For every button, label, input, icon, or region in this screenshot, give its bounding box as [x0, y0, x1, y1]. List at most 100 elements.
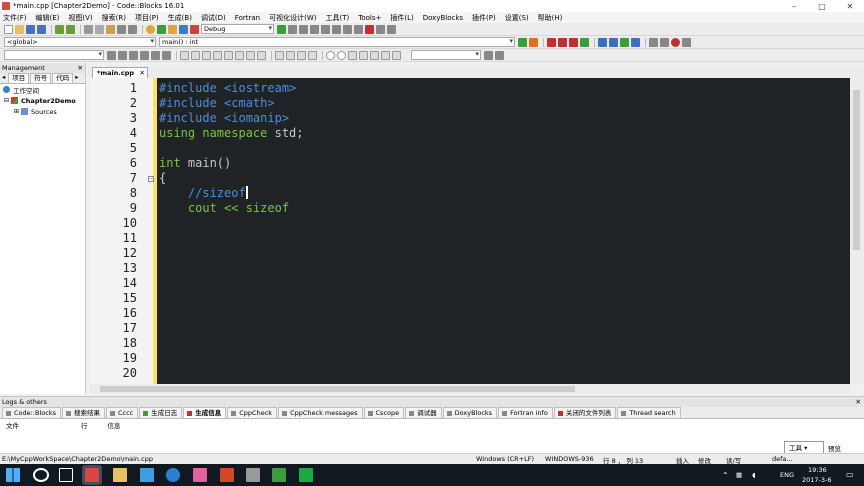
- wx-tree-icon[interactable]: [308, 50, 317, 60]
- debug-continue-icon[interactable]: [277, 24, 286, 34]
- regex-icon[interactable]: [140, 50, 149, 60]
- column-line[interactable]: 行: [81, 420, 88, 430]
- step-instruction-icon[interactable]: [343, 24, 352, 34]
- replace-icon[interactable]: [128, 24, 137, 34]
- wx-button-icon[interactable]: [224, 50, 233, 60]
- run-to-cursor-icon[interactable]: [288, 24, 297, 34]
- menu-project[interactable]: 项目(P): [135, 13, 159, 23]
- stop-debugger-icon[interactable]: [365, 24, 374, 34]
- log-tab-cppcheck[interactable]: CppCheck: [227, 407, 278, 418]
- paste-icon[interactable]: [106, 24, 115, 34]
- menu-view[interactable]: 视图(V): [68, 13, 92, 23]
- tab-scroll-right-icon[interactable]: ▸: [74, 73, 79, 83]
- doxy-html-icon[interactable]: [631, 37, 640, 47]
- wx-preview-icon[interactable]: [348, 50, 357, 60]
- chat-app-icon[interactable]: [299, 468, 313, 482]
- workspace-node[interactable]: 工作空间: [0, 84, 85, 95]
- tab-symbols[interactable]: 符号: [30, 73, 52, 83]
- media-app-icon[interactable]: [193, 468, 207, 482]
- log-tab-cppcheck-messages[interactable]: CppCheck messages: [278, 407, 363, 418]
- tray-chevron-icon[interactable]: ⌃: [722, 471, 729, 480]
- doxy-line-icon[interactable]: [609, 37, 618, 47]
- start-windows-icon[interactable]: [6, 468, 20, 482]
- green-app-icon[interactable]: [272, 468, 286, 482]
- highlight-icon[interactable]: [580, 37, 589, 47]
- clock-time[interactable]: 19:36: [808, 466, 827, 474]
- redo-icon[interactable]: [66, 24, 75, 34]
- log-tab-cscope[interactable]: Cscope: [363, 407, 405, 418]
- build-and-run-icon[interactable]: [168, 24, 177, 34]
- log-tab-build-messages[interactable]: 生成信息: [183, 407, 227, 418]
- thread-search-input[interactable]: [411, 50, 481, 60]
- next-bookmark-icon[interactable]: [569, 37, 578, 47]
- prev-bookmark-icon[interactable]: [558, 37, 567, 47]
- step-out-icon[interactable]: [321, 24, 330, 34]
- search-circle-icon[interactable]: [33, 468, 49, 482]
- sources-folder-node[interactable]: ⊞ Sources: [0, 106, 85, 117]
- cut-icon[interactable]: [84, 24, 93, 34]
- fold-margin[interactable]: [145, 78, 153, 384]
- wx-tab-icon[interactable]: [392, 50, 401, 60]
- copy-icon[interactable]: [95, 24, 104, 34]
- next-instruction-icon[interactable]: [332, 24, 341, 34]
- menu-doxyblocks[interactable]: DoxyBlocks: [423, 14, 463, 22]
- function-select[interactable]: main() : int: [159, 37, 515, 47]
- codeblocks-taskbar-icon[interactable]: [85, 468, 99, 482]
- menu-wxsmith[interactable]: 可视化设计(W): [269, 13, 316, 23]
- menu-tools-plus[interactable]: Tools+: [358, 14, 381, 22]
- edge-icon[interactable]: [166, 468, 180, 482]
- wx-grid-icon[interactable]: [286, 50, 295, 60]
- wx-settings-icon[interactable]: [381, 50, 390, 60]
- refresh-icon[interactable]: [359, 50, 368, 60]
- menu-search[interactable]: 搜索(R): [102, 13, 126, 23]
- column-message[interactable]: 信息: [108, 420, 121, 430]
- find-icon[interactable]: [117, 24, 126, 34]
- whole-word-icon[interactable]: [151, 50, 160, 60]
- wx-delete-icon[interactable]: [370, 50, 379, 60]
- wx-dialog-icon[interactable]: [202, 50, 211, 60]
- powerpoint-icon[interactable]: [220, 468, 234, 482]
- debug-windows-icon[interactable]: [376, 24, 385, 34]
- tab-code[interactable]: 代码: [52, 73, 74, 83]
- options-icon[interactable]: [660, 37, 669, 47]
- log-tab-search-results[interactable]: 搜索结果: [62, 407, 105, 418]
- wx-panel-icon[interactable]: [180, 50, 189, 60]
- close-tab-icon[interactable]: ✕: [140, 68, 145, 78]
- rebuild-icon[interactable]: [179, 24, 188, 34]
- run-icon[interactable]: [157, 24, 166, 34]
- network-icon[interactable]: ▦: [736, 471, 742, 479]
- fold-toggle-icon[interactable]: −: [148, 176, 154, 182]
- wx-frame-icon[interactable]: [191, 50, 200, 60]
- log-tab-codeblocks[interactable]: Code::Blocks: [2, 407, 61, 418]
- horizontal-scroll-thumb[interactable]: [100, 386, 575, 392]
- save-icon[interactable]: [26, 24, 35, 34]
- match-case-icon[interactable]: [129, 50, 138, 60]
- log-tab-debugger[interactable]: 调试器: [405, 407, 442, 418]
- menu-debug[interactable]: 调试(D): [201, 13, 226, 23]
- tools-icon[interactable]: [649, 37, 658, 47]
- close-icon[interactable]: ✕: [856, 397, 861, 407]
- doxy-comment-icon[interactable]: [598, 37, 607, 47]
- menu-edit[interactable]: 编辑(E): [36, 13, 60, 23]
- doxy-run-icon[interactable]: [620, 37, 629, 47]
- build-target-select[interactable]: Debug: [201, 24, 274, 34]
- notifications-icon[interactable]: ▭: [846, 470, 854, 479]
- tab-projects[interactable]: 项目: [8, 73, 30, 83]
- editor-tab-main-cpp[interactable]: *main.cpp ✕: [92, 67, 148, 78]
- debug-info-icon[interactable]: [387, 24, 396, 34]
- log-tab-fortran-info[interactable]: Fortran info: [498, 407, 553, 418]
- menu-file[interactable]: 文件(F): [3, 13, 27, 23]
- new-file-icon[interactable]: [4, 24, 13, 34]
- clock-date[interactable]: 2017-3-6: [802, 476, 832, 484]
- project-node[interactable]: ⊟ Chapter2Demo: [0, 95, 85, 106]
- minimize-button[interactable]: –: [780, 2, 808, 11]
- menu-plugins-2[interactable]: 插件(P): [472, 13, 496, 23]
- close-button[interactable]: ✕: [836, 2, 864, 11]
- menu-help[interactable]: 帮助(H): [538, 13, 563, 23]
- wx-list-icon[interactable]: [297, 50, 306, 60]
- wx-check-icon[interactable]: [246, 50, 255, 60]
- find-next-icon[interactable]: [118, 50, 127, 60]
- log-tab-build-log[interactable]: 生成日志: [139, 407, 183, 418]
- file-explorer-icon[interactable]: [113, 468, 127, 482]
- menu-settings[interactable]: 设置(S): [505, 13, 529, 23]
